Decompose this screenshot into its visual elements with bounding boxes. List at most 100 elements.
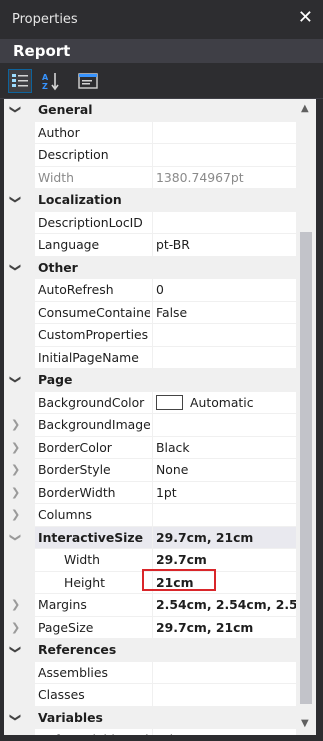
property-name: DescriptionLocID — [38, 214, 143, 230]
row-margin — [4, 279, 35, 302]
column-separator — [152, 594, 153, 617]
chevron-right-icon[interactable]: ❯ — [11, 418, 20, 431]
close-icon[interactable]: ✕ — [298, 8, 313, 28]
chevron-right-icon[interactable]: ❯ — [11, 486, 20, 499]
property-name: BackgroundImage — [38, 417, 150, 432]
scroll-up-icon[interactable]: ▲ — [301, 103, 309, 114]
property-name: BorderWidth — [38, 484, 116, 500]
property-name: ConsumeContainerWhitespace — [38, 304, 150, 320]
property-row[interactable]: ❯ PageSize 29.7cm, 21cm — [4, 616, 297, 639]
chevron-right-icon[interactable]: ❯ — [11, 598, 20, 611]
property-value[interactable]: 1380.74967pt — [156, 170, 297, 185]
property-value-text: False — [156, 732, 187, 735]
property-row[interactable]: DescriptionLocID — [4, 211, 297, 234]
chevron-down-icon[interactable]: ❯ — [9, 262, 22, 271]
chevron-down-icon[interactable]: ❯ — [9, 532, 22, 541]
category-row[interactable]: ❯ General — [4, 99, 297, 122]
column-separator — [152, 729, 153, 735]
property-value[interactable]: Black — [156, 440, 297, 455]
category-row[interactable]: ❯ Page — [4, 369, 297, 392]
property-row[interactable]: ❯ Margins 2.54cm, 2.54cm, 2.54cm, 2.54cm — [4, 594, 297, 617]
property-row[interactable]: ConsumeContainerWhitespace False — [4, 301, 297, 324]
property-value[interactable]: 2.54cm, 2.54cm, 2.54cm, 2.54cm — [156, 597, 297, 612]
property-row[interactable]: Language pt-BR — [4, 234, 297, 257]
chevron-down-icon[interactable]: ❯ — [9, 195, 22, 204]
row-margin — [4, 549, 35, 572]
property-value[interactable]: 1pt — [156, 485, 297, 500]
category-row[interactable]: ❯ References — [4, 639, 297, 662]
property-name: Assemblies — [38, 664, 108, 680]
property-row[interactable]: ❯ BorderWidth 1pt — [4, 481, 297, 504]
alphabetical-icon: A Z — [42, 73, 59, 91]
property-value-text: 29.7cm — [156, 552, 207, 567]
chevron-down-icon[interactable]: ❯ — [9, 712, 22, 721]
property-value[interactable]: 29.7cm — [156, 552, 297, 567]
column-separator — [152, 481, 153, 504]
property-value[interactable]: None — [156, 462, 297, 477]
property-value[interactable]: 29.7cm, 21cm — [156, 530, 297, 545]
column-separator — [152, 661, 153, 684]
chevron-down-icon[interactable]: ❯ — [9, 105, 22, 114]
category-row[interactable]: ❯ Variables — [4, 706, 297, 729]
svg-text:Z: Z — [42, 82, 48, 91]
chevron-right-icon[interactable]: ❯ — [11, 621, 20, 634]
property-value[interactable]: pt-BR — [156, 237, 297, 252]
property-row[interactable]: ❯ BorderColor Black — [4, 436, 297, 459]
category-row[interactable]: ❯ Localization — [4, 189, 297, 212]
property-name: BorderColor — [38, 439, 112, 455]
property-pages-button[interactable] — [77, 70, 99, 92]
property-value-text: 29.7cm, 21cm — [156, 529, 254, 545]
property-row[interactable]: AutoRefresh 0 — [4, 279, 297, 302]
property-row[interactable]: ❯ InteractiveSize 29.7cm, 21cm — [4, 526, 297, 549]
property-row[interactable]: Classes — [4, 684, 297, 707]
property-row[interactable]: InitialPageName — [4, 346, 297, 369]
selected-object-name: Report — [13, 42, 71, 60]
category-row[interactable]: ❯ Other — [4, 256, 297, 279]
property-name: Width — [64, 552, 100, 567]
column-separator — [152, 211, 153, 234]
property-value-text: 1pt — [156, 484, 177, 500]
property-value[interactable]: False — [156, 732, 297, 735]
window-title: Properties — [12, 12, 78, 27]
property-value[interactable]: 29.7cm, 21cm — [156, 620, 297, 635]
property-row[interactable]: ❯ BackgroundImage — [4, 414, 297, 437]
property-value-text: Black — [156, 439, 190, 455]
chevron-right-icon[interactable]: ❯ — [11, 441, 20, 454]
row-margin — [4, 166, 35, 189]
property-value[interactable]: Automatic — [156, 394, 297, 410]
property-value[interactable]: 0 — [156, 282, 297, 297]
property-row[interactable]: Author — [4, 121, 297, 144]
categorized-button[interactable] — [8, 69, 32, 93]
property-name: Language — [38, 237, 100, 252]
scrollbar-thumb[interactable] — [300, 232, 312, 704]
property-row[interactable]: CustomProperties — [4, 324, 297, 347]
alphabetical-button[interactable]: A Z — [40, 70, 62, 92]
row-margin — [4, 729, 35, 735]
column-separator — [152, 459, 153, 482]
category-label: General — [38, 102, 93, 117]
vertical-scrollbar[interactable]: ▲ ▼ — [296, 99, 316, 735]
property-row[interactable]: ❯ BorderStyle None — [4, 459, 297, 482]
property-value[interactable]: False — [156, 305, 297, 320]
property-value-text: None — [156, 462, 189, 477]
property-name: BorderStyle — [38, 462, 111, 477]
row-margin — [4, 211, 35, 234]
property-row[interactable]: DeferVariableEvaluation False — [4, 729, 297, 735]
selected-object-header: Report — [0, 39, 323, 63]
column-separator — [152, 121, 153, 144]
chevron-right-icon[interactable]: ❯ — [11, 463, 20, 476]
property-row[interactable]: ❯ Columns — [4, 504, 297, 527]
property-row[interactable]: BackgroundColor Automatic — [4, 391, 297, 414]
scroll-down-icon[interactable]: ▼ — [301, 718, 309, 729]
chevron-down-icon[interactable]: ❯ — [9, 375, 22, 384]
column-separator — [152, 279, 153, 302]
property-name: Columns — [38, 507, 92, 522]
chevron-right-icon[interactable]: ❯ — [11, 508, 20, 521]
chevron-down-icon[interactable]: ❯ — [9, 645, 22, 654]
column-separator — [152, 616, 153, 639]
property-row[interactable]: Width 1380.74967pt — [4, 166, 297, 189]
property-row[interactable]: Description — [4, 144, 297, 167]
property-row[interactable]: Assemblies — [4, 661, 297, 684]
row-margin — [4, 301, 35, 324]
property-value-text: 1380.74967pt — [156, 169, 244, 185]
